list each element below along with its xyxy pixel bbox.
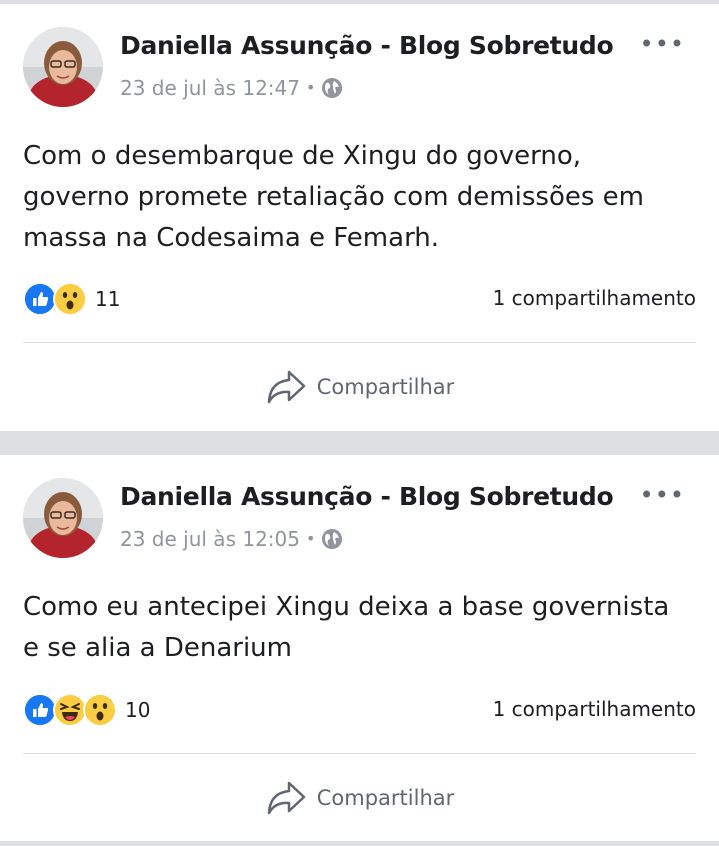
share-count[interactable]: 1 compartilhamento	[493, 286, 696, 310]
more-options-icon[interactable]: •••	[640, 483, 685, 507]
reactions-summary[interactable]: 11	[23, 282, 120, 316]
reaction-count: 10	[125, 698, 151, 722]
haha-reaction-icon	[53, 693, 87, 727]
share-button[interactable]: Compartilhar	[0, 774, 719, 822]
globe-icon	[321, 77, 343, 99]
post-meta: 23 de jul às 12:47 •	[120, 74, 343, 102]
more-options-icon[interactable]: •••	[640, 32, 685, 56]
reactions-summary[interactable]: 10	[23, 693, 150, 727]
post-timestamp[interactable]: 23 de jul às 12:47	[120, 74, 300, 102]
share-button-label: Compartilhar	[316, 375, 455, 399]
post-text: Com o desembarque de Xingu do governo, g…	[23, 141, 644, 253]
post-author[interactable]: Daniella Assunção - Blog Sobretudo	[120, 477, 614, 517]
post-text: Como eu antecipei Xingu deixa a base gov…	[23, 592, 670, 663]
feed-post: Daniella Assunção - Blog Sobretudo ••• 2…	[0, 4, 719, 431]
avatar[interactable]	[23, 478, 103, 558]
post-timestamp[interactable]: 23 de jul às 12:05	[120, 525, 300, 553]
wow-reaction-icon	[53, 282, 87, 316]
post-author[interactable]: Daniella Assunção - Blog Sobretudo	[120, 26, 614, 66]
feed-post: Daniella Assunção - Blog Sobretudo ••• 2…	[0, 455, 719, 841]
globe-icon	[321, 528, 343, 550]
meta-separator: •	[305, 78, 316, 97]
reaction-count: 11	[95, 287, 121, 311]
share-arrow-icon	[265, 779, 307, 817]
share-button[interactable]: Compartilhar	[0, 363, 719, 411]
divider	[23, 342, 696, 343]
share-arrow-icon	[265, 368, 307, 406]
divider	[23, 753, 696, 754]
wow-reaction-icon	[83, 693, 117, 727]
meta-separator: •	[305, 529, 316, 548]
share-button-label: Compartilhar	[316, 786, 455, 810]
avatar[interactable]	[23, 27, 103, 107]
like-reaction-icon	[23, 282, 57, 316]
post-meta: 23 de jul às 12:05 •	[120, 525, 343, 553]
like-reaction-icon	[23, 693, 57, 727]
share-count[interactable]: 1 compartilhamento	[493, 697, 696, 721]
